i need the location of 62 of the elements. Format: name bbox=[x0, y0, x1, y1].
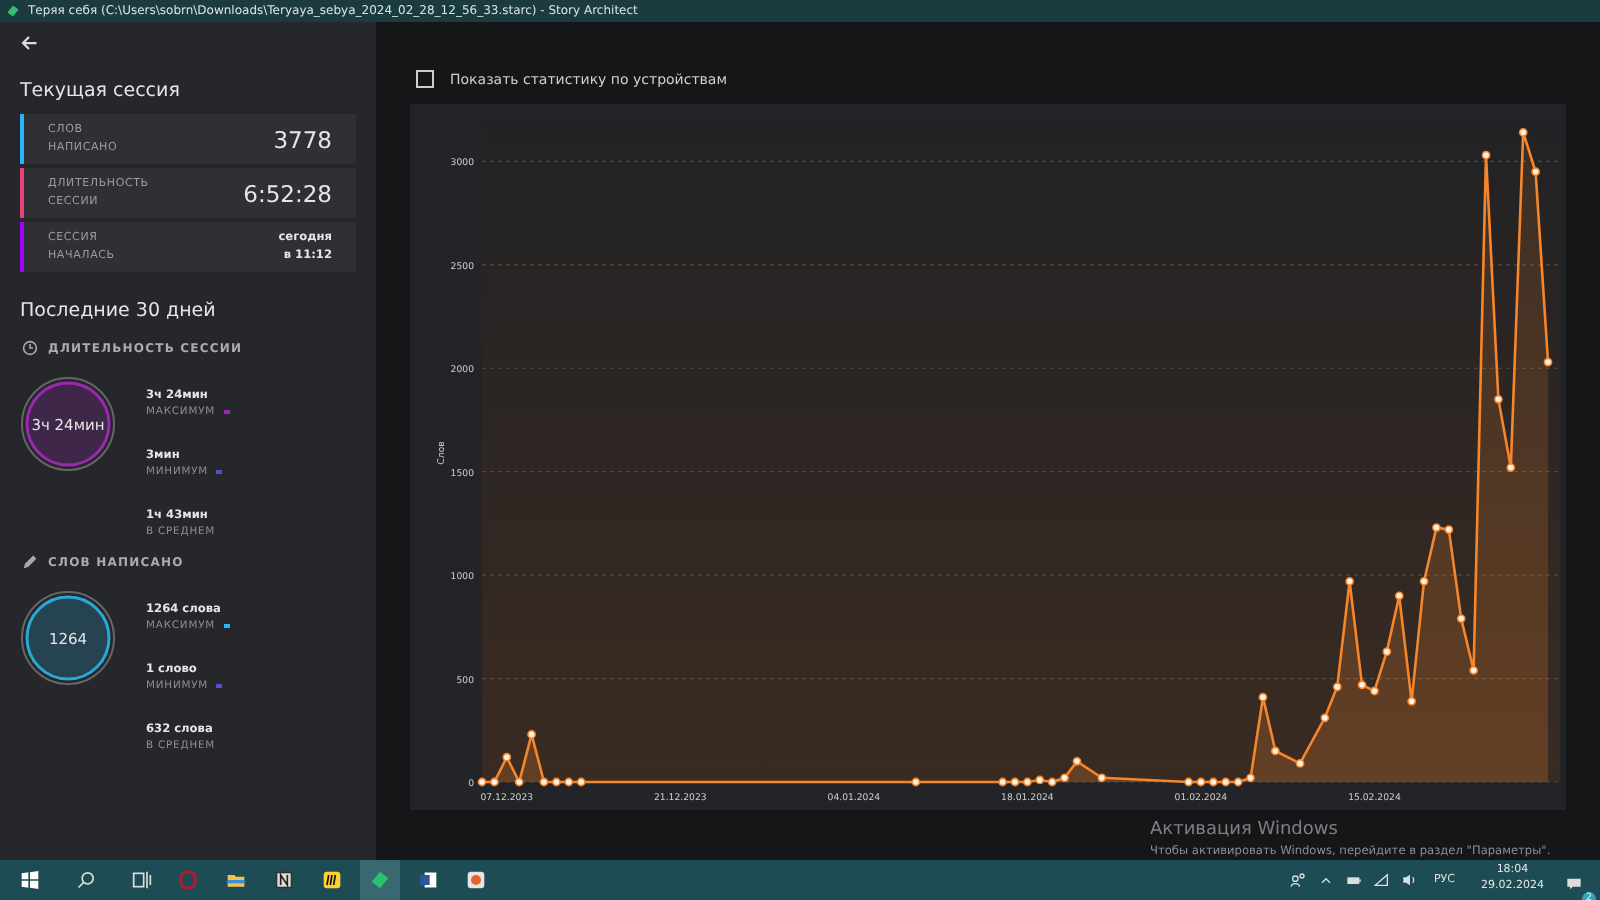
palette-icon bbox=[466, 870, 486, 890]
data-point bbox=[1444, 525, 1454, 534]
data-point bbox=[1370, 686, 1379, 696]
data-point bbox=[1010, 777, 1020, 787]
data-point bbox=[1060, 773, 1069, 783]
people-icon[interactable] bbox=[1289, 872, 1306, 888]
data-point bbox=[527, 730, 536, 739]
data-point bbox=[1506, 463, 1516, 472]
data-point bbox=[1184, 777, 1193, 787]
data-point bbox=[514, 777, 524, 787]
data-point bbox=[1456, 614, 1466, 623]
data-point bbox=[502, 752, 512, 762]
data-point bbox=[1407, 696, 1417, 706]
data-point bbox=[1382, 647, 1392, 657]
data-point bbox=[1097, 773, 1107, 783]
battery-icon[interactable] bbox=[1345, 872, 1362, 888]
section-title: Последние 30 дней bbox=[20, 300, 218, 322]
data-point bbox=[1072, 756, 1082, 766]
notification-icon[interactable] bbox=[1566, 875, 1582, 891]
data-point bbox=[1481, 150, 1491, 160]
app-tile-icon bbox=[322, 870, 342, 890]
app-tile-icon bbox=[274, 870, 294, 890]
caret-icon[interactable] bbox=[1317, 872, 1334, 888]
data-point bbox=[490, 777, 499, 787]
stat-value: 6:52:28 bbox=[243, 179, 332, 207]
activation-title: Активация Windows bbox=[1150, 822, 1338, 842]
data-point bbox=[1419, 576, 1429, 586]
data-point bbox=[1295, 759, 1305, 768]
stat-value: 3778 bbox=[273, 125, 332, 153]
volume-icon[interactable] bbox=[1401, 872, 1418, 888]
pencil-icon bbox=[22, 554, 38, 570]
start-icon[interactable] bbox=[20, 870, 40, 890]
data-point bbox=[1332, 682, 1342, 692]
section-title: Текущая сессия bbox=[20, 80, 182, 102]
ring-icon bbox=[178, 870, 198, 890]
data-point bbox=[1469, 665, 1479, 675]
data-point bbox=[1518, 128, 1528, 137]
app-icon bbox=[370, 870, 390, 890]
data-point bbox=[1023, 777, 1032, 787]
search-icon[interactable] bbox=[76, 870, 96, 890]
data-point bbox=[1432, 523, 1441, 532]
data-point bbox=[1345, 576, 1355, 586]
network-icon[interactable] bbox=[1373, 872, 1390, 888]
data-point bbox=[1357, 680, 1367, 690]
data-point bbox=[998, 777, 1007, 787]
data-point bbox=[1531, 167, 1540, 177]
checkbox[interactable] bbox=[416, 70, 434, 88]
data-point bbox=[1320, 713, 1330, 723]
clock-icon bbox=[22, 340, 38, 356]
document-icon bbox=[418, 870, 438, 890]
data-point bbox=[911, 777, 921, 787]
task-view-icon[interactable] bbox=[132, 870, 152, 890]
data-point bbox=[1246, 773, 1255, 783]
app-icon bbox=[6, 4, 20, 18]
folder-icon bbox=[226, 870, 246, 890]
back-arrow-icon[interactable] bbox=[20, 34, 38, 52]
data-point bbox=[1394, 591, 1404, 601]
data-point bbox=[1270, 746, 1280, 756]
data-point bbox=[1258, 692, 1268, 702]
data-point bbox=[1543, 357, 1553, 367]
data-point bbox=[1494, 394, 1503, 404]
data-point bbox=[477, 777, 487, 787]
